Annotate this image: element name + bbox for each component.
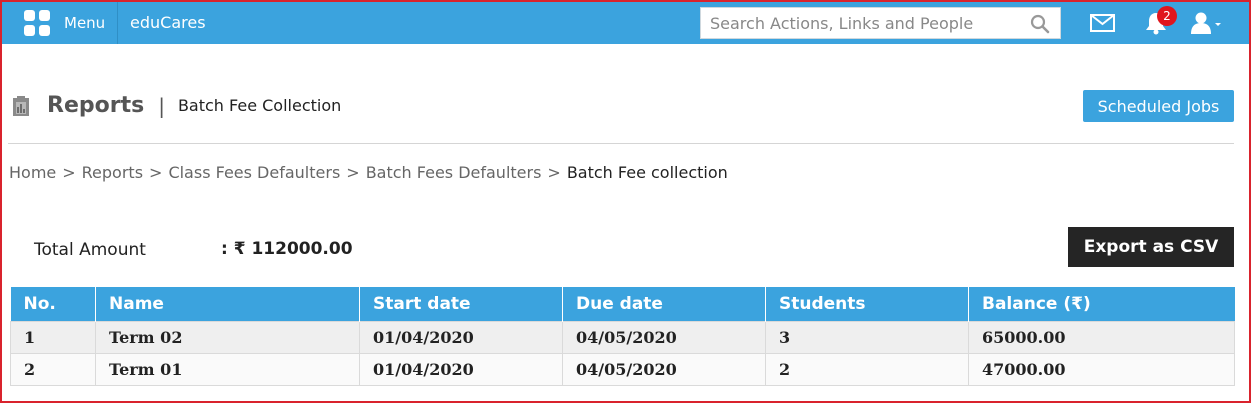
page-subtitle: Batch Fee Collection [177, 96, 342, 115]
scheduled-jobs-button[interactable]: Scheduled Jobs [1083, 90, 1234, 122]
total-amount-label: Total Amount [34, 240, 146, 260]
table-row[interactable]: 1 Term 02 01/04/2020 04/05/2020 3 65000.… [10, 320, 1235, 354]
clipboard-report-icon [12, 95, 30, 117]
title-separator: | [158, 93, 165, 118]
search-input[interactable] [701, 8, 1021, 38]
notification-badge: 2 [1157, 6, 1177, 26]
search-icon[interactable] [1030, 14, 1050, 38]
grid-menu-icon [24, 10, 50, 36]
breadcrumb-separator: > [346, 163, 360, 182]
menu-label: Menu [64, 14, 106, 32]
user-avatar-icon[interactable] [1190, 11, 1224, 39]
header-name[interactable]: Name [95, 287, 360, 321]
cell-due-date: 04/05/2020 [562, 320, 766, 354]
batch-fee-table: No. Name Start date Due date Students Ba… [10, 287, 1235, 386]
top-navbar: Menu eduCares 2 [2, 2, 1249, 44]
breadcrumb-separator: > [62, 163, 76, 182]
cell-balance: 65000.00 [968, 320, 1235, 354]
cell-students: 3 [765, 320, 969, 354]
cell-start-date: 01/04/2020 [359, 320, 563, 354]
navbar-divider [117, 2, 118, 44]
brand-link[interactable]: eduCares [130, 13, 206, 32]
breadcrumb-batch-fees-defaulters[interactable]: Batch Fees Defaulters [366, 163, 542, 182]
breadcrumb: Home > Reports > Class Fees Defaulters > Batch… [9, 163, 728, 182]
cell-balance: 47000.00 [968, 352, 1235, 386]
breadcrumb-reports[interactable]: Reports [82, 163, 143, 182]
cell-start-date: 01/04/2020 [359, 352, 563, 386]
cell-due-date: 04/05/2020 [562, 352, 766, 386]
cell-no: 2 [10, 352, 96, 386]
cell-name: Term 01 [95, 352, 360, 386]
breadcrumb-current: Batch Fee collection [566, 163, 728, 182]
header-balance[interactable]: Balance (₹) [968, 287, 1235, 321]
export-csv-button[interactable]: Export as CSV [1068, 227, 1234, 267]
breadcrumb-separator: > [149, 163, 163, 182]
header-start-date[interactable]: Start date [359, 287, 563, 321]
page-heading: Reports | Batch Fee Collection [12, 93, 341, 118]
table-row[interactable]: 2 Term 01 01/04/2020 04/05/2020 2 47000.… [10, 352, 1235, 386]
cell-students: 2 [765, 352, 969, 386]
search-box [700, 7, 1061, 39]
mail-icon[interactable] [1090, 14, 1115, 36]
header-divider [8, 143, 1234, 144]
breadcrumb-home[interactable]: Home [9, 163, 56, 182]
header-students[interactable]: Students [765, 287, 969, 321]
cell-name: Term 02 [95, 320, 360, 354]
table-header-row: No. Name Start date Due date Students Ba… [10, 287, 1235, 321]
header-no[interactable]: No. [10, 287, 96, 321]
breadcrumb-class-fees-defaulters[interactable]: Class Fees Defaulters [168, 163, 340, 182]
cell-no: 1 [10, 320, 96, 354]
header-due-date[interactable]: Due date [562, 287, 766, 321]
breadcrumb-separator: > [547, 163, 561, 182]
menu-button[interactable]: Menu [10, 2, 116, 44]
total-amount-value: : ₹ 112000.00 [221, 239, 353, 259]
page-title: Reports [47, 93, 145, 118]
